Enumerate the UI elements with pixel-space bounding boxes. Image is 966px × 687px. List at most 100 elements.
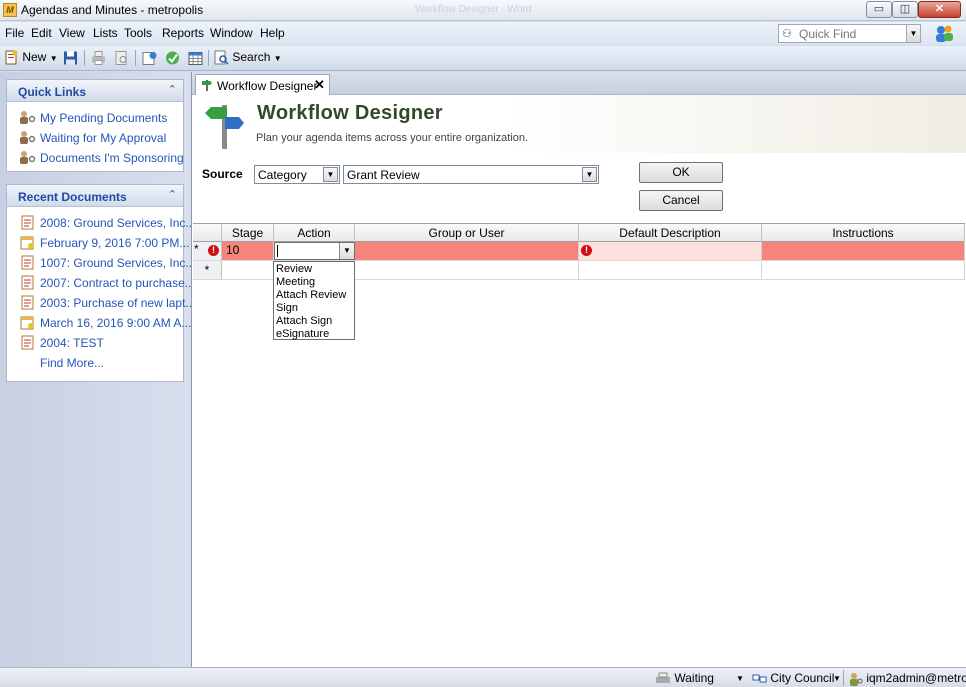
committee-icon: [752, 674, 767, 683]
recent-documents-header[interactable]: Recent Documents ⌃: [7, 185, 183, 207]
search-button[interactable]: Search ▼: [214, 50, 282, 66]
recent-document-item[interactable]: 1007: Ground Services, Inc...: [7, 252, 195, 272]
collapse-icon[interactable]: ⌃: [168, 188, 177, 201]
action-option-attach-sign[interactable]: Attach Sign: [276, 315, 332, 327]
new-row-cell[interactable]: [222, 261, 274, 279]
recent-document-label: 2004: TEST: [40, 336, 104, 350]
menu-help[interactable]: Help: [260, 26, 285, 40]
action-option-esignature[interactable]: eSignature: [276, 328, 329, 340]
print-icon[interactable]: [91, 50, 106, 66]
maximize-button[interactable]: ◫: [892, 1, 918, 18]
quick-link-label: My Pending Documents: [40, 111, 168, 125]
save-icon[interactable]: [63, 50, 78, 66]
current-user[interactable]: iqm2admin@metro...: [848, 671, 966, 686]
chevron-down-icon[interactable]: ▼: [274, 54, 282, 63]
print-preview-icon[interactable]: [114, 50, 129, 66]
approve-icon[interactable]: [165, 50, 180, 66]
row-header-column: [193, 224, 222, 242]
menu-file[interactable]: File: [5, 26, 24, 40]
new-row-cell[interactable]: [579, 261, 762, 279]
quick-find[interactable]: ⚇ ▼: [778, 24, 921, 43]
chevron-down-icon[interactable]: ▼: [833, 674, 841, 683]
source-value-select[interactable]: Grant Review ▼: [343, 165, 599, 184]
designer-header: Workflow Designer Plan your agenda items…: [193, 95, 966, 153]
row-header[interactable]: * !: [193, 242, 222, 260]
action-option-review[interactable]: Review: [276, 263, 312, 275]
column-group-or-user[interactable]: Group or User: [355, 224, 579, 242]
source-type-value: Category: [258, 168, 307, 182]
search-label: Search: [232, 50, 271, 64]
status-separator: [843, 670, 844, 686]
menu-bar: File Edit View Lists Tools Reports Windo…: [0, 22, 966, 45]
chevron-down-icon[interactable]: ▼: [906, 25, 920, 42]
menu-lists[interactable]: Lists: [93, 26, 118, 40]
search-icon: [214, 50, 229, 65]
column-action[interactable]: Action: [274, 224, 355, 242]
source-type-select[interactable]: Category ▼: [254, 165, 340, 184]
stage-cell[interactable]: 10: [222, 242, 274, 260]
recent-document-item[interactable]: 2007: Contract to purchase...: [7, 272, 195, 292]
tab-label: Workflow Designer: [217, 79, 318, 93]
action-cell-editor[interactable]: ▼: [274, 242, 355, 260]
quick-links-title: Quick Links: [18, 85, 87, 99]
new-row-cell[interactable]: [355, 261, 579, 279]
find-more-link[interactable]: Find More...: [40, 356, 104, 370]
properties-icon[interactable]: [142, 50, 157, 66]
recent-document-label: 2003: Purchase of new lapt...: [40, 296, 196, 310]
signpost-icon: [202, 80, 212, 91]
signpost-icon: [205, 105, 244, 149]
quick-link-pending[interactable]: My Pending Documents: [7, 107, 183, 127]
recent-documents-panel: Recent Documents ⌃ 2008: Ground Services…: [6, 184, 195, 382]
action-option-sign[interactable]: Sign: [276, 302, 298, 314]
menu-edit[interactable]: Edit: [31, 26, 52, 40]
users-key-icon: [20, 111, 36, 124]
close-button[interactable]: ✕: [918, 1, 961, 18]
close-tab-icon[interactable]: ✕: [314, 77, 325, 93]
collapse-icon[interactable]: ⌃: [168, 83, 177, 96]
source-label: Source: [202, 167, 243, 181]
instructions-cell[interactable]: [762, 242, 965, 260]
action-option-attach-review[interactable]: Attach Review: [276, 289, 346, 301]
menu-view[interactable]: View: [59, 26, 85, 40]
recent-document-item[interactable]: March 16, 2016 9:00 AM A...: [7, 312, 191, 332]
status-waiting-label: Waiting: [674, 671, 714, 685]
column-stage[interactable]: Stage: [222, 224, 274, 242]
recent-document-item[interactable]: 2004: TEST: [7, 332, 183, 352]
menu-tools[interactable]: Tools: [124, 26, 152, 40]
quick-links-header[interactable]: Quick Links ⌃: [7, 80, 183, 102]
column-default-description[interactable]: Default Description: [579, 224, 762, 242]
error-icon: !: [581, 245, 592, 256]
new-button[interactable]: New ▼: [4, 50, 58, 66]
chevron-down-icon[interactable]: ▼: [323, 167, 338, 182]
chevron-down-icon[interactable]: ▼: [736, 674, 744, 683]
tab-workflow-designer[interactable]: Workflow Designer ✕: [195, 74, 330, 96]
action-option-meeting[interactable]: Meeting: [276, 276, 315, 288]
quick-link-sponsoring[interactable]: Documents I'm Sponsoring: [7, 147, 184, 167]
chevron-down-icon[interactable]: ▼: [582, 167, 597, 182]
recent-document-item[interactable]: February 9, 2016 7:00 PM...: [7, 232, 189, 252]
menu-reports[interactable]: Reports: [162, 26, 204, 40]
calendar-icon[interactable]: [188, 50, 203, 66]
new-row-cell[interactable]: [762, 261, 965, 279]
cancel-button[interactable]: Cancel: [639, 190, 723, 211]
minimize-button[interactable]: ▭: [866, 1, 892, 18]
quick-link-waiting[interactable]: Waiting for My Approval: [7, 127, 183, 147]
default-description-cell[interactable]: !: [579, 242, 762, 260]
committee-selector[interactable]: City Council: [752, 671, 834, 685]
column-instructions[interactable]: Instructions: [762, 224, 965, 242]
chevron-down-icon[interactable]: ▼: [50, 54, 58, 63]
ok-button[interactable]: OK: [639, 162, 723, 183]
recent-document-item[interactable]: 2008: Ground Services, Inc...: [7, 212, 195, 232]
users-key-icon: [20, 151, 36, 164]
users-icon[interactable]: [934, 24, 954, 43]
recent-document-item[interactable]: 2003: Purchase of new lapt...: [7, 292, 195, 312]
table-row[interactable]: * ! 10 ▼ !: [193, 242, 965, 261]
chevron-down-icon[interactable]: ▼: [339, 243, 354, 259]
meeting-icon: [20, 236, 34, 250]
document-icon: [21, 295, 34, 310]
quick-find-input[interactable]: [799, 26, 904, 41]
document-icon: [21, 215, 34, 230]
group-or-user-cell[interactable]: [355, 242, 579, 260]
binoculars-icon: ⚇: [782, 28, 792, 40]
menu-window[interactable]: Window: [210, 26, 253, 40]
